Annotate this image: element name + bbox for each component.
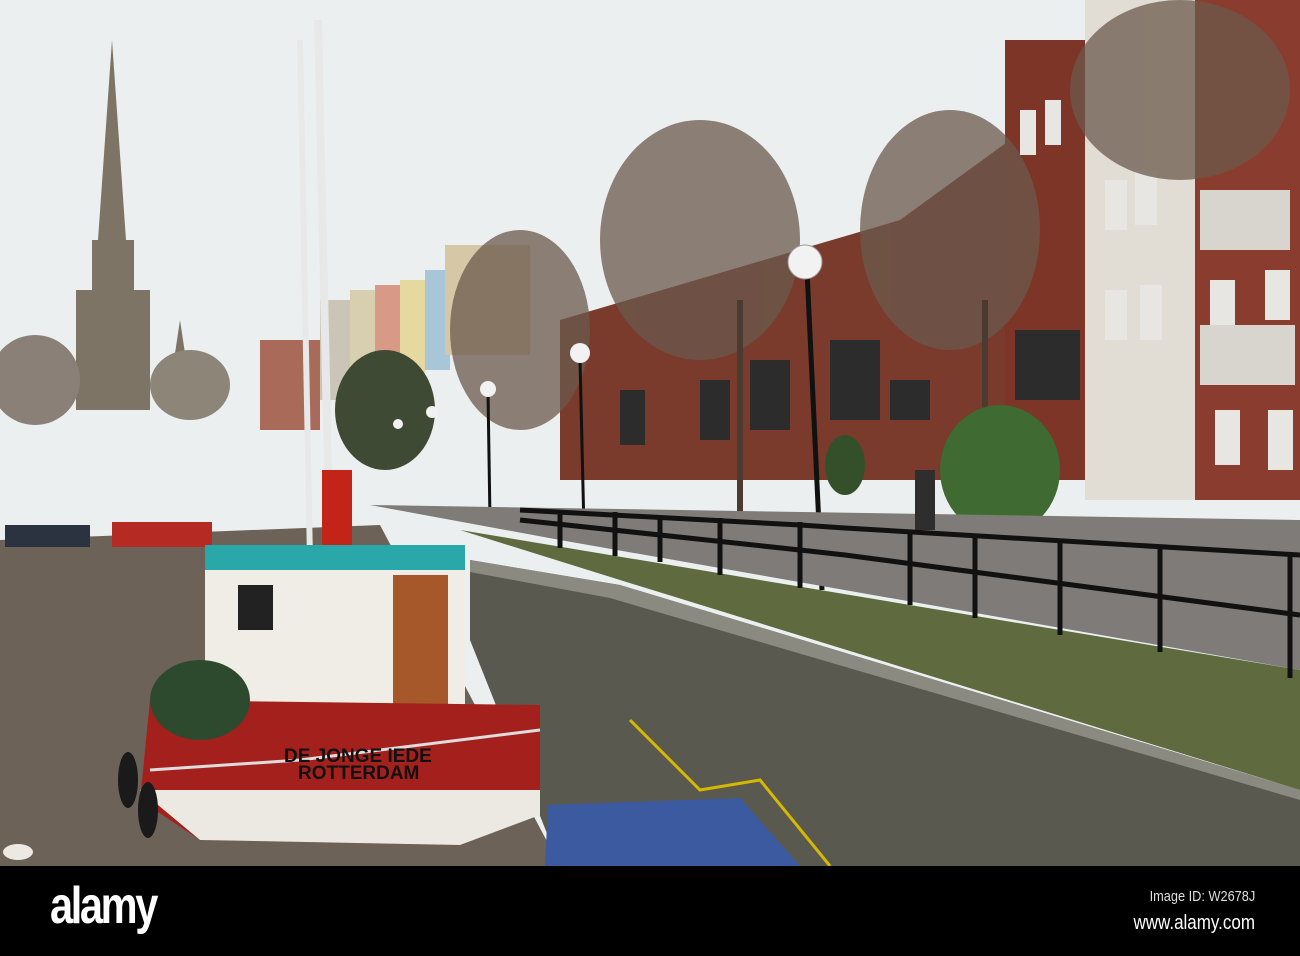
harbour-photo: DE JONGE IEDE ROTTERDAM [0,0,1300,866]
tree [150,350,230,420]
distant-red-boat [112,522,212,547]
boat-port: ROTTERDAM [298,763,419,784]
distant-boat [5,525,90,547]
watermark-bar: alamy Image ID: W2678J www.alamy.com [0,866,1300,956]
swan [3,844,33,860]
watermark-url: www.alamy.com [1133,912,1255,934]
pedestrian [915,470,935,530]
bush [825,435,865,495]
photo-scene: DE JONGE IEDE ROTTERDAM alamy Image ID: … [0,0,1300,956]
image-id: Image ID: W2678J [1149,888,1255,905]
alamy-logo: alamy [50,877,158,935]
ivy-bank [335,350,435,470]
